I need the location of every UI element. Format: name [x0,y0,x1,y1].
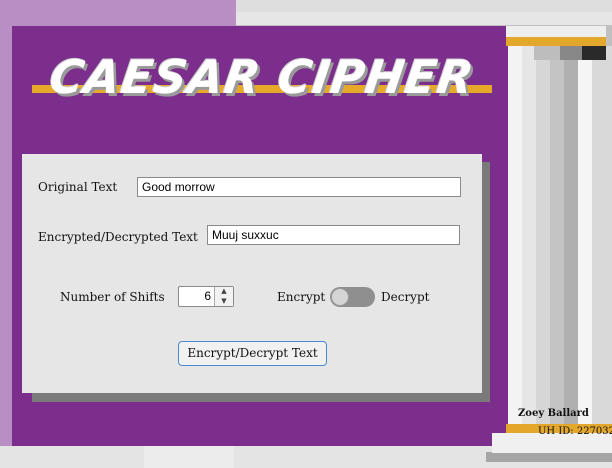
original-text-input[interactable] [137,177,461,197]
pillar-stripe [522,46,536,446]
pillar-stripe [508,46,522,446]
pillar-cap-block-mid [534,46,560,60]
background-top-bar-stripe [236,0,612,12]
pillar-cap-block [560,46,582,60]
encrypt-decrypt-button[interactable]: Encrypt/Decrypt Text [178,341,327,366]
pillar-stripe [536,46,550,446]
pillar-cap-gold-band [506,37,606,46]
author-name: Zoey Ballard [518,408,589,419]
uh-id: UH ID: 2270329 [538,426,612,437]
encrypted-text-label: Encrypted/Decrypted Text [38,230,198,244]
pillar-stripe [578,46,592,446]
toggle-knob[interactable] [331,288,349,306]
pillar-stripe [550,46,564,446]
pillar-stripe [592,46,612,446]
spin-up-icon[interactable]: ▲ [215,287,233,296]
shifts-label: Number of Shifts [60,290,165,304]
encrypted-text-input[interactable] [207,225,460,245]
spin-down-icon[interactable]: ▼ [215,297,233,306]
page-title: CAESAR CIPHER [46,50,478,104]
mode-toggle[interactable] [330,287,375,307]
shifts-value[interactable]: 6 [204,289,211,303]
pillar-base-shadow [486,452,612,462]
pillar-cap-block-dark [582,46,606,60]
encrypt-mode-label: Encrypt [277,290,326,304]
pillar-stripe [564,46,578,446]
shifts-spin-buttons[interactable]: ▲ ▼ [214,287,233,306]
original-text-label: Original Text [38,180,118,194]
shifts-stepper[interactable]: 6 ▲ ▼ [178,286,234,307]
decrypt-mode-label: Decrypt [381,290,430,304]
background-bottom-strip-light [144,446,234,468]
